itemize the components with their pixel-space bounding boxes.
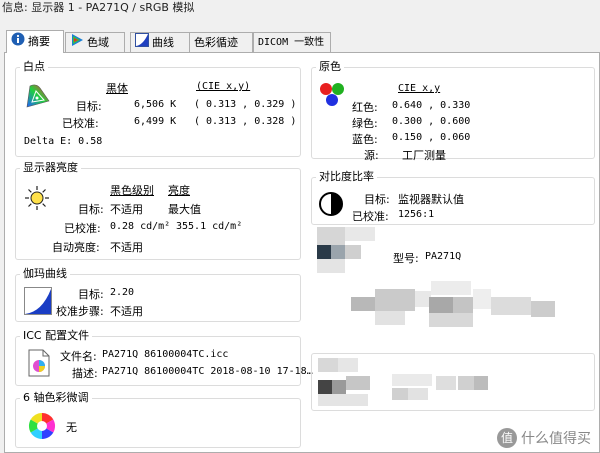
color-wheel-icon bbox=[28, 412, 56, 443]
contrast-calibrated-label: 已校准: bbox=[352, 210, 389, 223]
whitepoint-title: 白点 bbox=[20, 60, 48, 74]
whitepoint-target-label: 目标: bbox=[76, 100, 102, 113]
brightness-col-brightness: 亮度 bbox=[168, 184, 190, 197]
tab-summary-label: 摘要 bbox=[28, 35, 50, 48]
whitepoint-calibrated-xy: ( 0.313 , 0.328 ) bbox=[194, 116, 297, 127]
whitepoint-group: 白点 黑体 (CIE x,y) 目标: 6,506 K ( 0.313 , 0.… bbox=[15, 60, 301, 157]
primaries-red-value: 0.640 , 0.330 bbox=[392, 100, 471, 111]
icc-desc-value: PA271Q 86100004TC 2018-08-10 17-18… bbox=[102, 366, 313, 377]
contrast-target-label: 目标: bbox=[364, 193, 390, 206]
tab-strip: 摘要 色域 曲线 色彩循迹 DICOM 一致性 bbox=[4, 30, 600, 53]
tab-gamut[interactable]: 色域 bbox=[65, 32, 125, 52]
brightness-target-brightness: 最大值 bbox=[168, 203, 201, 216]
gamma-target-value: 2.20 bbox=[110, 287, 135, 298]
contrast-icon bbox=[318, 191, 344, 220]
whitepoint-calibrated-label: 已校准: bbox=[62, 117, 99, 130]
primaries-red-label: 红色: bbox=[352, 101, 378, 114]
primaries-source-label: 源: bbox=[364, 149, 379, 162]
icc-title: ICC 配置文件 bbox=[20, 329, 93, 343]
gamma-title: 伽玛曲线 bbox=[20, 267, 70, 281]
tab-curve[interactable]: 曲线 bbox=[130, 32, 190, 52]
watermark-text: 什么值得买 bbox=[521, 431, 591, 447]
whitepoint-delta-e: Delta E: 0.58 bbox=[24, 136, 103, 147]
icc-filename-label: 文件名: bbox=[60, 350, 97, 363]
rgb-dots-icon bbox=[318, 80, 348, 113]
gamma-steps-value: 不适用 bbox=[110, 305, 143, 318]
brightness-title: 显示器亮度 bbox=[20, 161, 81, 175]
gamma-group: 伽玛曲线 目标: 2.20 校准步骤: 不适用 bbox=[15, 267, 301, 322]
gamma-target-label: 目标: bbox=[78, 288, 104, 301]
contrast-target-value: 监视器默认值 bbox=[398, 193, 464, 206]
model-value: PA271Q bbox=[425, 251, 462, 262]
icc-filename-value: PA271Q 86100004TC.icc bbox=[102, 349, 229, 360]
curve-icon bbox=[135, 32, 149, 53]
primaries-source-value: 工厂测量 bbox=[402, 149, 446, 162]
info-icon bbox=[11, 32, 25, 52]
tab-dicom-label: DICOM 一致性 bbox=[258, 36, 325, 48]
six-axis-value: 无 bbox=[66, 421, 77, 434]
icc-file-icon bbox=[28, 349, 50, 380]
tab-color-tracking[interactable]: 色彩循迹 bbox=[189, 32, 253, 52]
primaries-col-cie: CIE x,y bbox=[398, 83, 441, 94]
brightness-auto-value: 不适用 bbox=[110, 241, 143, 254]
tab-gamut-label: 色域 bbox=[87, 35, 109, 49]
watermark-logo-icon: 值 bbox=[497, 428, 517, 448]
tab-curve-label: 曲线 bbox=[152, 35, 174, 49]
brightness-calibrated-label: 已校准: bbox=[64, 222, 101, 235]
tab-dicom[interactable]: DICOM 一致性 bbox=[253, 32, 331, 52]
cie-chart-icon bbox=[24, 82, 52, 113]
six-axis-group: 6 轴色彩微调 无 bbox=[15, 391, 301, 448]
brightness-calibrated-brightness: 355.1 cd/m² bbox=[176, 221, 243, 232]
whitepoint-calibrated-k: 6,499 K bbox=[134, 116, 177, 127]
whitepoint-target-xy: ( 0.313 , 0.329 ) bbox=[194, 99, 297, 110]
contrast-title: 对比度比率 bbox=[316, 170, 377, 184]
primaries-blue-label: 蓝色: bbox=[352, 133, 378, 146]
brightness-target-label: 目标: bbox=[78, 203, 104, 216]
primaries-group: 原色 CIE x,y 红色: 0.640 , 0.330 绿色: 0.300 ,… bbox=[311, 60, 595, 162]
summary-panel: 白点 黑体 (CIE x,y) 目标: 6,506 K ( 0.313 , 0.… bbox=[4, 52, 600, 453]
model-label: 型号: bbox=[393, 252, 419, 265]
primaries-blue-value: 0.150 , 0.060 bbox=[392, 132, 471, 143]
brightness-group: 显示器亮度 黑色级别 亮度 目标: 不适用 最大值 已校准: 0.28 cd/m… bbox=[15, 161, 301, 260]
tab-color-tracking-label: 色彩循迹 bbox=[194, 35, 238, 49]
sun-icon bbox=[24, 185, 50, 214]
icc-group: ICC 配置文件 文件名: PA271Q 86100004TC.icc 描述: … bbox=[15, 329, 313, 386]
contrast-group: 对比度比率 目标: 监视器默认值 已校准: 1256:1 bbox=[311, 170, 595, 225]
whitepoint-target-k: 6,506 K bbox=[134, 99, 177, 110]
whitepoint-col-cie: (CIE x,y) bbox=[196, 81, 251, 92]
window-title: 信息: 显示器 1 - PA271Q / sRGB 模拟 bbox=[0, 0, 600, 18]
gamut-icon bbox=[70, 33, 84, 53]
redacted-region-1 bbox=[311, 225, 595, 345]
contrast-calibrated-value: 1256:1 bbox=[398, 209, 435, 220]
tab-summary[interactable]: 摘要 bbox=[6, 30, 64, 53]
watermark: 值 什么值得买 bbox=[497, 428, 591, 448]
brightness-calibrated-black: 0.28 cd/m² bbox=[110, 221, 171, 232]
brightness-auto-label: 自动亮度: bbox=[52, 241, 100, 254]
six-axis-title: 6 轴色彩微调 bbox=[20, 391, 92, 405]
brightness-target-black: 不适用 bbox=[110, 203, 143, 216]
primaries-green-value: 0.300 , 0.600 bbox=[392, 116, 471, 127]
brightness-col-black: 黑色级别 bbox=[110, 184, 154, 197]
primaries-title: 原色 bbox=[316, 60, 344, 74]
gamma-steps-label: 校准步骤: bbox=[56, 305, 104, 318]
gamma-curve-icon bbox=[24, 287, 52, 318]
primaries-green-label: 绿色: bbox=[352, 117, 378, 130]
whitepoint-col-blackbody: 黑体 bbox=[106, 82, 128, 95]
redacted-region-2 bbox=[311, 353, 595, 411]
icc-desc-label: 描述: bbox=[72, 367, 98, 380]
